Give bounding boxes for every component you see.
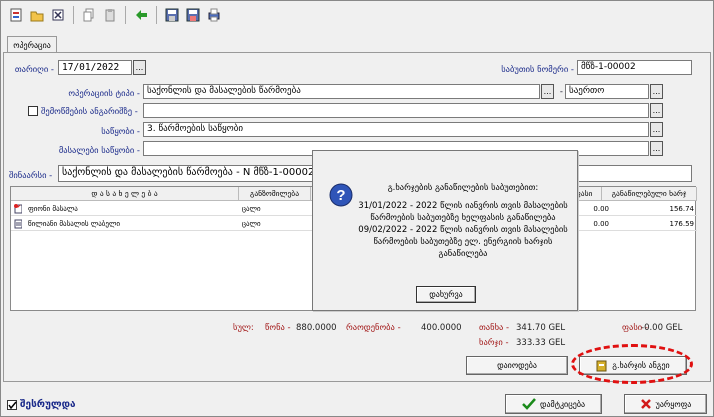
total-label: სულ: (233, 323, 254, 333)
content-label: შინაარსი - (9, 171, 53, 181)
dialog-close-label: დახურვა (429, 290, 463, 299)
save-as-icon[interactable] (184, 6, 202, 24)
price-value: -0.00 GEL (641, 323, 683, 333)
cancel-button-label: უარყოფა (655, 399, 692, 409)
warehouse-label: საწყობი - (101, 127, 140, 137)
column-header-unit[interactable]: განზომილება (239, 187, 311, 201)
check-account-picker-button[interactable]: ... (650, 103, 663, 118)
doc-number-label: საბუთის ნომერი - (501, 65, 574, 75)
dialog-line: წარმოების საბუთებზე ხელფასის განაწილება (370, 213, 556, 223)
copy-icon[interactable] (80, 6, 98, 24)
column-header-name[interactable]: დ ა ს ა ხ ე ლ ე ბ ა (11, 187, 239, 201)
svg-text:?: ? (336, 187, 345, 204)
cancel-button[interactable]: უარყოფა (624, 394, 707, 414)
delete-icon[interactable] (49, 6, 67, 24)
dialog-title: გ.ხარჯების განაწილების საბუთებით: (387, 183, 539, 193)
new-doc-icon[interactable] (7, 6, 25, 24)
date-field[interactable]: 17/01/2022 (58, 60, 132, 75)
back-arrow-icon[interactable] (132, 6, 150, 24)
posted-checkbox[interactable] (7, 400, 17, 410)
table-cell-name[interactable]: წილიანი მასალის ლაბელი (25, 217, 239, 231)
warehouse-field[interactable]: 3. წარმოების საწყობი (143, 122, 649, 137)
table-cell-unit[interactable]: ცალი (239, 217, 311, 231)
warehouse-picker-button[interactable]: ... (650, 122, 663, 137)
distribute-button[interactable]: დაიოდება (466, 356, 568, 375)
weight-value: 880.0000 (296, 323, 337, 333)
toolbar (3, 3, 711, 27)
money-icon (596, 360, 607, 372)
toolbar-separator (125, 6, 126, 24)
row-status-icon (11, 202, 25, 216)
table-cell-cost[interactable]: 176.59 (612, 217, 697, 231)
quantity-label: რაოდენობა - (346, 323, 401, 333)
dialog-line: განაწილება (438, 249, 488, 259)
operation-subtype-picker-button[interactable]: ... (650, 84, 663, 99)
paste-icon[interactable] (101, 6, 119, 24)
checkmark-icon (522, 398, 536, 410)
row-doc-icon (11, 217, 25, 231)
document-window: ოპერაცია თარიღი - 17/01/2022 ... საბუთის… (0, 0, 714, 417)
material-warehouse-picker-button[interactable]: ... (650, 141, 663, 156)
operation-type-picker-button[interactable]: ... (541, 84, 554, 99)
dash-separator: - (559, 87, 563, 97)
check-account-label: შემოწმების ანგარიშზე - (41, 107, 138, 117)
date-label: თარიღი - (14, 65, 54, 75)
table-cell-unit[interactable]: ცალი (239, 202, 311, 216)
dialog-message: 31/01/2022 - 2022 წლის იანვრის თვის მასა… (353, 200, 573, 260)
operation-type-field[interactable]: საქონლის და მასალების წარმოება (143, 84, 540, 99)
save-icon[interactable] (163, 6, 181, 24)
confirm-button-label: დამტკიცება (539, 399, 586, 409)
table-cell-name[interactable]: ფიონი მასალა (25, 202, 239, 216)
cost-value: 333.33 GEL (516, 338, 566, 348)
column-header-distributed-cost[interactable]: განაწილებული ხარჯ (602, 187, 697, 201)
close-icon (640, 399, 651, 409)
check-account-checkbox[interactable] (28, 106, 38, 116)
distribute-button-label: დაიოდება (497, 361, 537, 370)
date-picker-button[interactable]: ... (133, 60, 146, 75)
toolbar-separator (156, 6, 157, 24)
print-icon[interactable] (205, 6, 223, 24)
material-warehouse-label: მასალები საწყობი - (58, 146, 140, 156)
toolbar-separator (73, 6, 74, 24)
cost-label: ხარჯი - (479, 338, 509, 348)
doc-number-field[interactable]: მწზ-1-00002 (577, 60, 692, 75)
operation-subtype-field[interactable]: საერთო (565, 84, 649, 99)
weight-label: წონა - (265, 323, 291, 333)
confirm-button[interactable]: დამტკიცება (505, 394, 602, 414)
operation-type-label: ოპერაციის ტიპი - (68, 89, 140, 99)
posted-label: შესრულდა (20, 399, 76, 410)
open-folder-icon[interactable] (28, 6, 46, 24)
dialog-line: წარმოების საბუთებზე ელ. ენერგიის ხარჯის (373, 237, 553, 247)
dialog-close-button[interactable]: დახურვა (416, 286, 476, 303)
dialog-line: 09/02/2022 - 2022 წლის იანვრის თვის მასა… (358, 225, 568, 235)
amount-label: თანხა - (479, 323, 510, 333)
info-dialog: ? გ.ხარჯების განაწილების საბუთებით: 31/0… (312, 150, 578, 311)
cost-calc-button-label: გ.ხარჯის ანგეი (612, 361, 670, 370)
tab-operation[interactable]: ოპერაცია (7, 36, 57, 53)
quantity-value: 400.0000 (421, 323, 462, 333)
table-cell-cost[interactable]: 156.74 (612, 202, 697, 216)
question-icon: ? (329, 183, 353, 207)
check-account-field[interactable] (143, 103, 649, 118)
amount-value: 341.70 GEL (516, 323, 566, 333)
dialog-line: 31/01/2022 - 2022 წლის იანვრის თვის მასა… (358, 201, 568, 211)
cost-calc-button[interactable]: გ.ხარჯის ანგეი (579, 356, 687, 375)
